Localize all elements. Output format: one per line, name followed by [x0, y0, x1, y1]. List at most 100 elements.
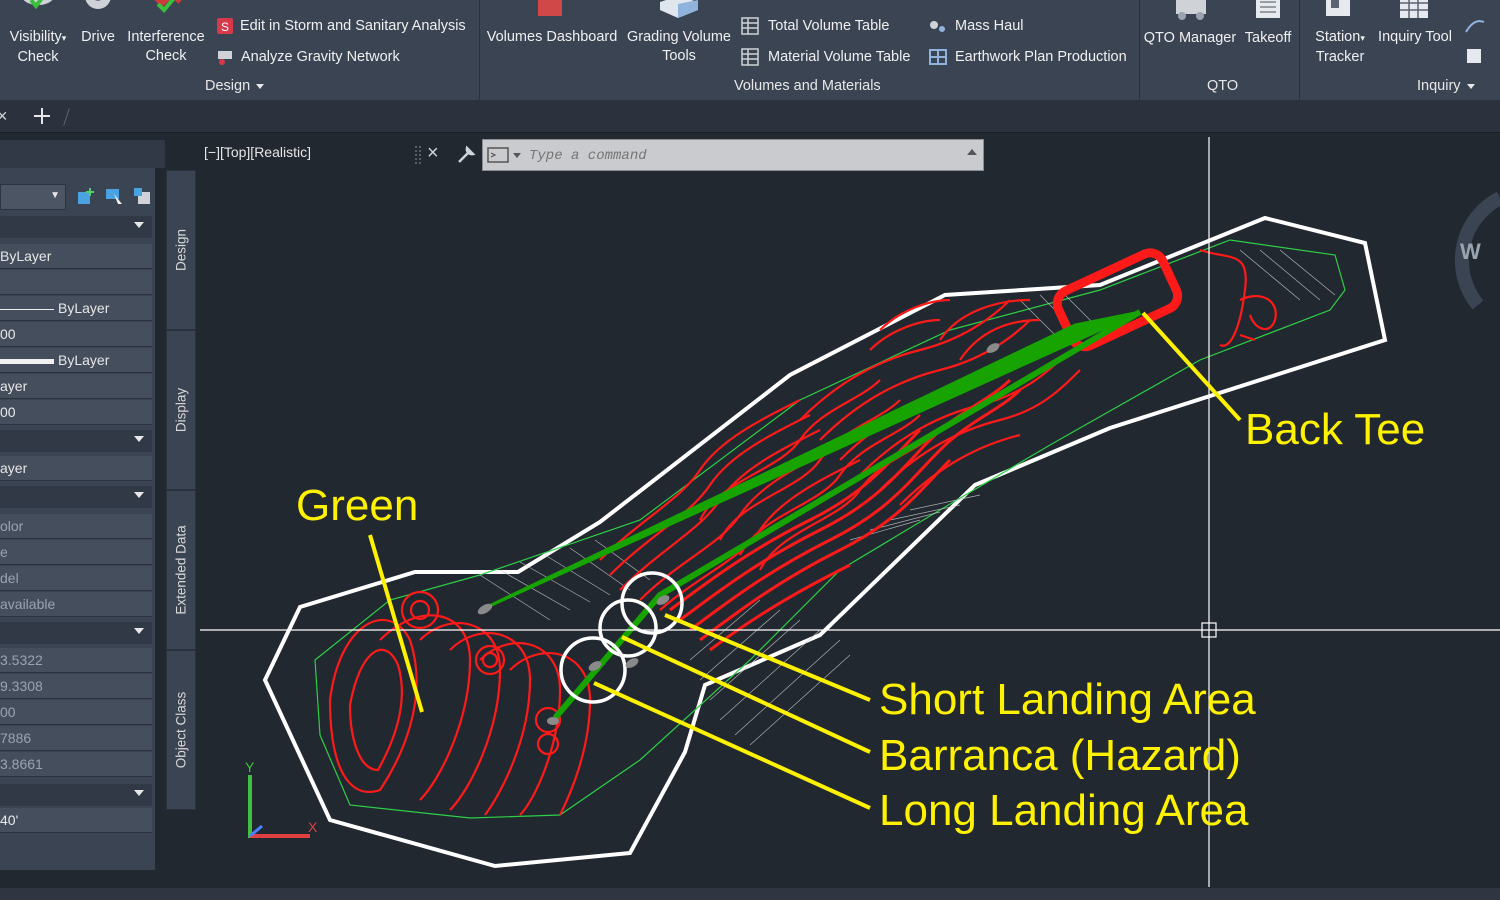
- inquiry-tool-button[interactable]: Inquiry Tool: [1372, 28, 1458, 47]
- edit-storm-sanitary-button[interactable]: Edit in Storm and Sanitary Analysis: [240, 17, 466, 36]
- property-category-header[interactable]: [0, 486, 152, 508]
- property-row[interactable]: 00: [0, 400, 152, 425]
- property-row[interactable]: e: [0, 540, 152, 565]
- object-type-select[interactable]: ▼: [0, 184, 66, 210]
- visibility-check-button[interactable]: Visibility▾ Check: [4, 28, 72, 67]
- grading-volume-tools-icon[interactable]: [658, 0, 700, 20]
- property-row[interactable]: ByLayer: [0, 296, 152, 321]
- tab-display[interactable]: Display: [166, 330, 196, 490]
- table-icon: [741, 17, 759, 35]
- ribbon: Visibility▾ Check Drive Interference Che…: [0, 0, 1500, 100]
- total-volume-table-button[interactable]: Total Volume Table: [768, 17, 889, 36]
- file-tab-bar: ×: [0, 100, 1500, 133]
- station-tracker-button[interactable]: Station▾ Tracker: [1306, 28, 1374, 67]
- station-tracker-icon[interactable]: [1322, 0, 1354, 20]
- callout-long-landing: Long Landing Area: [879, 786, 1249, 835]
- tab-object-class[interactable]: Object Class: [166, 650, 196, 810]
- property-row[interactable]: 3.8661: [0, 752, 152, 777]
- property-row[interactable]: 9.3308: [0, 674, 152, 699]
- callout-back-tee: Back Tee: [1245, 405, 1426, 454]
- property-value: 40': [0, 812, 19, 828]
- gravity-network-icon: [216, 48, 236, 66]
- qto-manager-icon[interactable]: [1172, 0, 1212, 22]
- analyze-gravity-network-button[interactable]: Analyze Gravity Network: [241, 48, 400, 67]
- mass-haul-icon: [928, 17, 948, 35]
- property-row[interactable]: ayer: [0, 374, 152, 399]
- compass-west-label[interactable]: W: [1460, 239, 1481, 265]
- property-category-header[interactable]: [0, 430, 152, 452]
- close-tab-icon[interactable]: ×: [0, 106, 8, 127]
- property-row[interactable]: olor: [0, 514, 152, 539]
- tab-divider: [63, 108, 70, 126]
- command-line-grip-icon[interactable]: [414, 144, 422, 166]
- takeoff-icon[interactable]: [1254, 0, 1282, 20]
- property-category-header[interactable]: [0, 216, 152, 238]
- property-value: ByLayer: [58, 352, 110, 368]
- property-value: del: [0, 570, 19, 586]
- ribbon-separator: [1299, 0, 1300, 100]
- property-row[interactable]: 40': [0, 808, 152, 833]
- command-customize-icon[interactable]: [455, 144, 477, 166]
- volumes-dashboard-button[interactable]: Volumes Dashboard: [484, 28, 620, 47]
- viewport-controls-label[interactable]: [−][Top][Realistic]: [204, 144, 311, 160]
- property-row[interactable]: ByLayer: [0, 244, 152, 269]
- property-value: ayer: [0, 378, 28, 394]
- quick-select-icon[interactable]: [76, 186, 96, 206]
- qto-manager-button[interactable]: QTO Manager: [1142, 29, 1238, 48]
- property-row[interactable]: 00: [0, 700, 152, 725]
- property-value: ByLayer: [0, 248, 52, 264]
- command-close-icon[interactable]: ×: [427, 142, 439, 165]
- property-category-header[interactable]: [0, 784, 152, 806]
- small-tool-icon[interactable]: [1464, 46, 1486, 66]
- drive-button[interactable]: Drive: [78, 28, 118, 47]
- material-volume-table-button[interactable]: Material Volume Table: [768, 48, 910, 67]
- properties-palette: ▼ ByLayer ByLayer 00 ByLayer ayer 00 ayer olor e…: [0, 140, 165, 870]
- svg-text:X: X: [308, 819, 318, 835]
- svg-text:S: S: [221, 20, 229, 34]
- toggle-pickadd-icon[interactable]: [132, 186, 152, 206]
- property-row[interactable]: ByLayer: [0, 348, 152, 373]
- drive-icon[interactable]: [80, 0, 116, 18]
- palette-side-tabs: Design Display Extended Data Object Clas…: [166, 170, 196, 810]
- inquiry-panel-title[interactable]: Inquiry: [1417, 78, 1475, 94]
- interference-check-icon[interactable]: [146, 0, 186, 18]
- property-value: 3.5322: [0, 652, 43, 668]
- ribbon-separator: [1139, 0, 1140, 100]
- property-row[interactable]: [0, 270, 152, 295]
- visibility-check-icon[interactable]: [20, 0, 56, 18]
- select-objects-icon[interactable]: [104, 186, 124, 206]
- grading-volume-tools-button[interactable]: Grading Volume Tools: [622, 28, 736, 66]
- takeoff-label: Takeoff: [1244, 30, 1292, 46]
- property-row[interactable]: 3.5322: [0, 648, 152, 673]
- tab-design[interactable]: Design: [166, 170, 196, 330]
- command-input[interactable]: [527, 144, 951, 168]
- ribbon-separator: [479, 0, 480, 100]
- property-row[interactable]: 7886: [0, 726, 152, 751]
- property-row[interactable]: 00: [0, 322, 152, 347]
- chevron-down-icon: ▼: [50, 190, 60, 201]
- property-row[interactable]: available: [0, 592, 152, 617]
- chevron-down-icon: [134, 790, 144, 796]
- new-tab-icon[interactable]: [32, 106, 52, 126]
- property-category-header[interactable]: [0, 622, 152, 644]
- inquiry-tool-icon[interactable]: [1398, 0, 1430, 20]
- property-value: 7886: [0, 730, 32, 746]
- tab-design-label: Design: [173, 228, 189, 272]
- mass-haul-button[interactable]: Mass Haul: [955, 17, 1024, 36]
- station-tracker-label-2: Tracker: [1315, 49, 1365, 65]
- takeoff-button[interactable]: Takeoff: [1240, 29, 1296, 48]
- interference-check-button[interactable]: Interference Check: [124, 28, 208, 66]
- property-row[interactable]: del: [0, 566, 152, 591]
- earthwork-plan-production-button[interactable]: Earthwork Plan Production: [955, 48, 1127, 67]
- chevron-up-icon[interactable]: [967, 149, 977, 155]
- chevron-down-icon: [256, 83, 265, 89]
- palette-header: [0, 140, 165, 168]
- property-row[interactable]: ayer: [0, 456, 152, 481]
- volumes-dashboard-icon[interactable]: [535, 0, 565, 20]
- small-tool-icon[interactable]: [1464, 16, 1486, 36]
- property-value: 3.8661: [0, 756, 43, 772]
- command-history-icon[interactable]: [487, 147, 523, 163]
- command-line[interactable]: [482, 139, 984, 171]
- tab-extended-data[interactable]: Extended Data: [166, 490, 196, 650]
- design-panel-title[interactable]: Design: [205, 78, 265, 94]
